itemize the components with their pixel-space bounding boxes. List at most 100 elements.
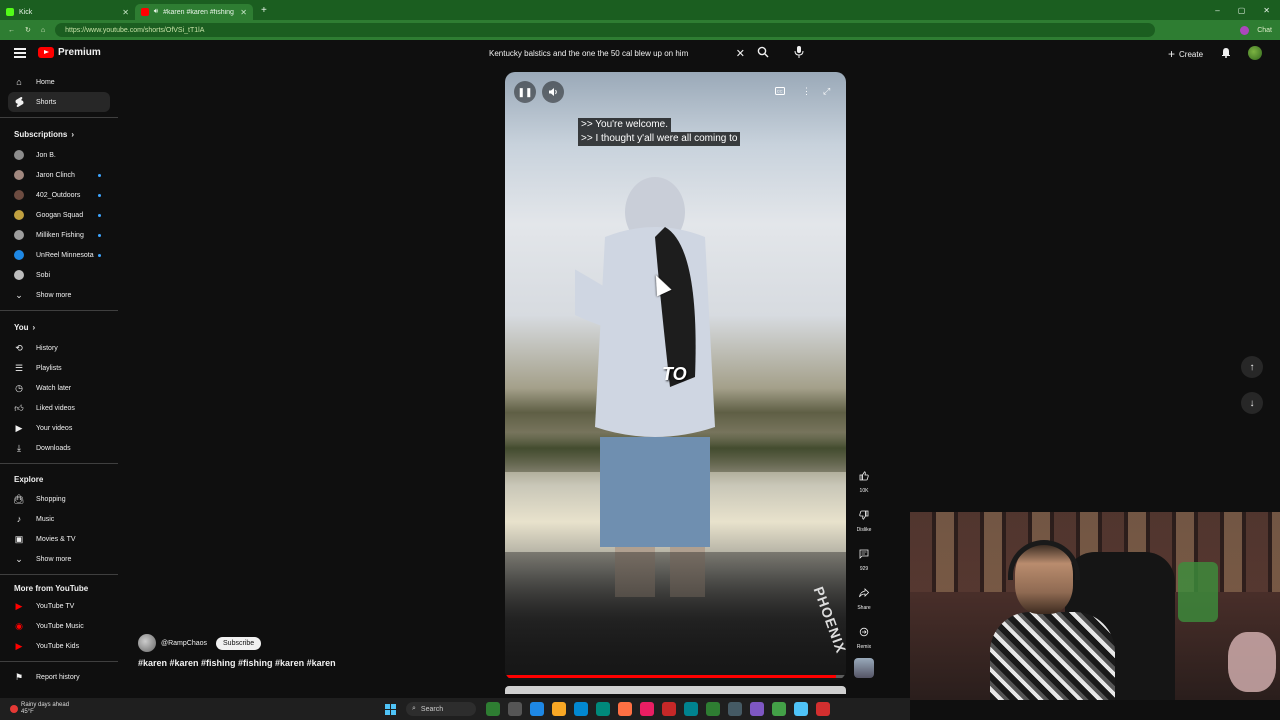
progress-bar[interactable] [505, 675, 846, 678]
taskbar-app-icon[interactable] [530, 702, 544, 716]
pause-button[interactable]: ❚❚ [514, 81, 536, 103]
sidebar-item-watch-later[interactable]: ◷ Watch later [0, 378, 118, 398]
channel-avatar [14, 230, 24, 240]
home-icon[interactable]: ⌂ [41, 27, 45, 34]
sidebar-subscription[interactable]: UnReel Minnesota [0, 245, 118, 265]
share-button[interactable]: Share [852, 583, 876, 622]
youtube-logo[interactable]: Premium [38, 47, 101, 58]
taskbar-app-icon[interactable] [508, 702, 522, 716]
sidebar-item-home[interactable]: ⌂ Home [0, 72, 118, 92]
subscribe-button[interactable]: Subscribe [216, 636, 262, 650]
taskbar-app-icon[interactable] [706, 702, 720, 716]
taskbar-app-icon[interactable] [486, 702, 500, 716]
windows-start-icon[interactable] [385, 703, 396, 715]
comments-button[interactable]: 929 [852, 544, 876, 583]
sidebar-item-report-history[interactable]: ⚑ Report history [0, 667, 118, 687]
new-tab-button[interactable]: + [261, 5, 267, 16]
sidebar-item-movies-tv[interactable]: ▣ Movies & TV [0, 529, 118, 549]
shorts-video-player[interactable]: PHOENIX ❚❚ CC ⋮ ⤢ >> You're welcome. >> … [505, 72, 846, 680]
chat-button[interactable]: Chat [1257, 27, 1272, 34]
sidebar-subscription[interactable]: Jon B. [0, 145, 118, 165]
maximize-icon[interactable]: ▢ [1238, 6, 1246, 15]
taskbar-app-icon[interactable] [816, 702, 830, 716]
next-short-button[interactable]: ↓ [1241, 392, 1263, 414]
sidebar-item-youtube-music[interactable]: ◉ YouTube Music [0, 616, 118, 636]
youtube-music-icon: ◉ [15, 620, 23, 631]
avatar[interactable] [1240, 25, 1250, 35]
sidebar-item-history[interactable]: ⟲ History [0, 338, 118, 358]
sidebar-item-music[interactable]: ♪ Music [0, 509, 118, 529]
tab-youtube[interactable]: 🔊︎ #karen #karen #fishing #fishi ✕ [135, 4, 253, 20]
taskbar-app-icon[interactable] [728, 702, 742, 716]
sidebar-subscription[interactable]: Milliken Fishing [0, 225, 118, 245]
music-note-icon: ♪ [16, 514, 22, 524]
taskbar-app-icon[interactable] [640, 702, 654, 716]
taskbar-app-icon[interactable] [596, 702, 610, 716]
search-icon[interactable] [757, 46, 769, 61]
volume-button[interactable] [542, 81, 564, 103]
fullscreen-icon[interactable]: ⤢ [823, 86, 830, 97]
sidebar-item-label: Shopping [36, 495, 66, 503]
sidebar-subscription[interactable]: Googan Squad [0, 205, 118, 225]
tab-kick[interactable]: Kick ✕ [0, 4, 135, 20]
new-content-dot [98, 233, 101, 237]
show-more-subscriptions[interactable]: ⌄ Show more [0, 285, 118, 305]
subscriptions-heading[interactable]: Subscriptions › [0, 123, 118, 145]
search-input[interactable]: Kentucky balstics and the one the 50 cal… [483, 44, 753, 63]
sidebar-subscription[interactable]: 402_Outdoors [0, 185, 118, 205]
sidebar-subscription[interactable]: Sobi [0, 265, 118, 285]
url-field[interactable]: https://www.youtube.com/shorts/OfVSi_tT1… [55, 23, 1156, 37]
channel-handle[interactable]: @RampChaos [161, 640, 207, 647]
sidebar-item-youtube-kids[interactable]: ▶ YouTube Kids [0, 636, 118, 656]
more-options-icon[interactable]: ⋮ [802, 86, 811, 97]
previous-short-button[interactable]: ↑ [1241, 356, 1263, 378]
taskbar-app-icon[interactable] [662, 702, 676, 716]
sidebar-item-shopping[interactable]: 👜︎ Shopping [0, 489, 118, 509]
speaker-icon[interactable]: 🔊︎ [154, 8, 158, 16]
captions-icon[interactable]: CC [775, 87, 785, 97]
streamer-shirt [990, 612, 1115, 700]
taskbar-app-icon[interactable] [750, 702, 764, 716]
sidebar-item-shorts[interactable]: Shorts [8, 92, 110, 112]
sidebar-item-liked-videos[interactable]: 👍︎ Liked videos [0, 398, 118, 418]
sidebar-item-youtube-tv[interactable]: ▶ YouTube TV [0, 596, 118, 616]
remix-button[interactable]: Remix [852, 622, 876, 661]
account-avatar[interactable] [1248, 46, 1262, 60]
channel-avatar [14, 150, 24, 160]
minimize-icon[interactable]: – [1215, 6, 1219, 15]
taskbar-app-icon[interactable] [618, 702, 632, 716]
channel-avatar[interactable] [138, 634, 156, 652]
close-window-icon[interactable]: ✕ [1263, 6, 1270, 15]
you-list: ⟲ History ☰ Playlists ◷ Watch later 👍︎ Liked vi… [0, 338, 118, 458]
close-icon[interactable]: ✕ [240, 8, 247, 17]
reload-icon[interactable]: ↻ [25, 26, 31, 34]
taskbar-app-icon[interactable] [684, 702, 698, 716]
menu-icon[interactable] [14, 48, 26, 58]
thumbs-up-icon [854, 466, 874, 486]
sidebar-item-downloads[interactable]: ⤓ Downloads [0, 438, 118, 458]
weather-widget[interactable]: Rainy days ahead 45°F [0, 702, 385, 716]
playlists-icon: ☰ [14, 362, 24, 373]
close-icon[interactable]: ✕ [122, 8, 129, 17]
back-icon[interactable]: ← [8, 27, 15, 34]
like-button[interactable]: 10K [852, 466, 876, 505]
taskbar-app-icon[interactable] [772, 702, 786, 716]
dislike-button[interactable]: Dislike [852, 505, 876, 544]
taskbar-app-icon[interactable] [574, 702, 588, 716]
sidebar-item-label: YouTube TV [36, 602, 75, 610]
next-short-preview[interactable] [505, 686, 846, 694]
taskbar-search[interactable]: ⌕ Search [406, 702, 476, 716]
audio-thumbnail[interactable] [854, 658, 874, 678]
microphone-icon[interactable] [793, 45, 805, 59]
sidebar-item-your-videos[interactable]: ▶ Your videos [0, 418, 118, 438]
create-button[interactable]: + Create [1168, 47, 1203, 61]
taskbar-app-icon[interactable] [552, 702, 566, 716]
taskbar-app-icon[interactable] [794, 702, 808, 716]
show-more-explore[interactable]: ⌄ Show more [0, 549, 118, 569]
you-heading[interactable]: You › [0, 316, 118, 338]
clear-search-icon[interactable]: ✕ [736, 47, 745, 60]
sidebar-item-playlists[interactable]: ☰ Playlists [0, 358, 118, 378]
notifications-bell-icon[interactable] [1220, 46, 1232, 61]
video-hashtags[interactable]: #karen #karen #fishing #fishing #karen #… [138, 658, 336, 668]
sidebar-subscription[interactable]: Jaron Clinch [0, 165, 118, 185]
